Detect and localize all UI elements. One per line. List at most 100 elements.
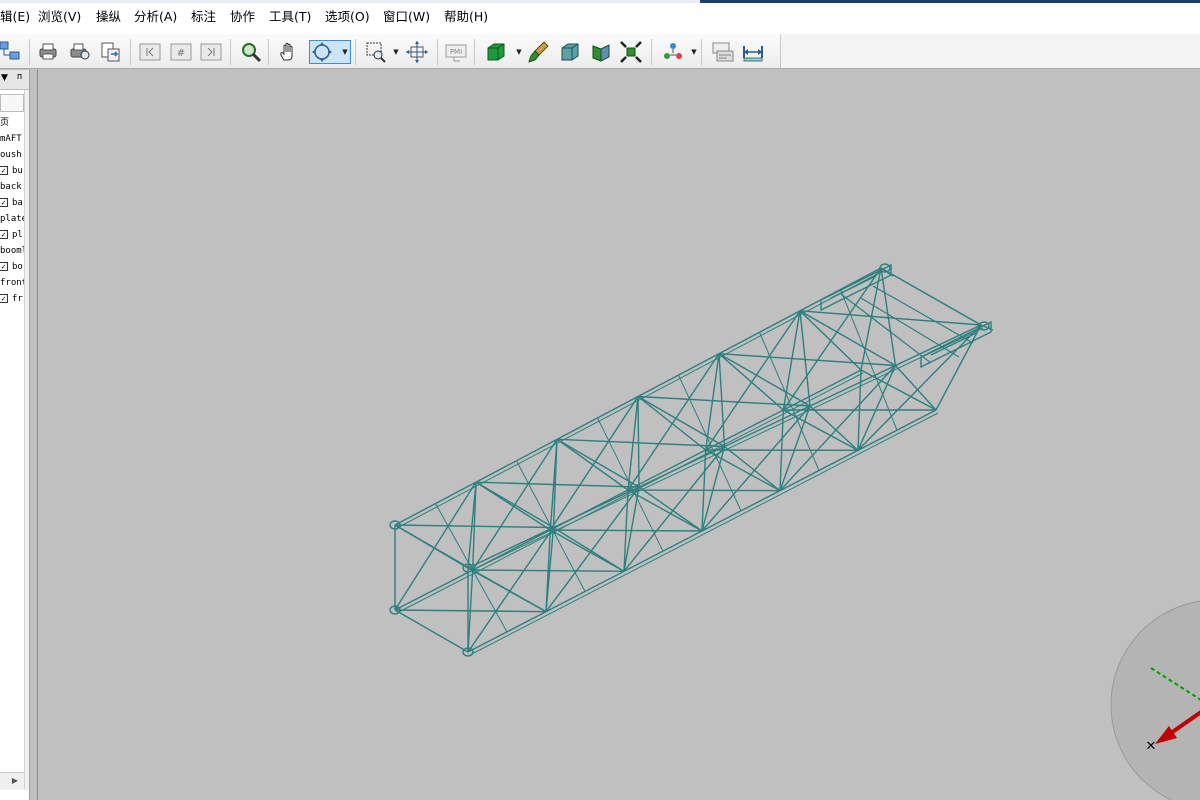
print-icon <box>39 43 57 60</box>
menu-item-0[interactable]: 辑(E) <box>0 3 30 31</box>
toolbar-dropdown-0[interactable]: ▼ <box>341 40 349 64</box>
tree-item[interactable]: oush <box>0 147 24 163</box>
tree-item[interactable]: mAFT <box>0 131 24 147</box>
print-button[interactable] <box>36 40 60 64</box>
pan-hand-button[interactable] <box>277 40 301 64</box>
toolbar-separator <box>437 39 438 65</box>
toolbar-dropdown-3[interactable]: ▼ <box>690 40 698 64</box>
tree-item-label: oush <box>0 150 22 160</box>
menu-item-9[interactable]: 帮助(H) <box>444 3 488 31</box>
tree-item[interactable]: plate <box>0 211 24 227</box>
visibility-checkbox[interactable]: ✓ <box>0 166 8 175</box>
previous-page-button[interactable] <box>138 40 162 64</box>
structure-tree-button[interactable] <box>0 40 22 64</box>
pmi-button[interactable]: PMI <box>444 40 468 64</box>
main-toolbar: # PMI ▼ ▼ ▼ ▼ <box>0 34 781 68</box>
3d-viewport[interactable]: ✕ <box>37 70 1200 800</box>
menu-item-3[interactable]: 分析(A) <box>134 3 177 31</box>
tree-item-label: back <box>0 182 22 192</box>
tree-item[interactable]: ✓ ba <box>0 195 24 211</box>
page-number-icon: # <box>170 43 192 61</box>
scroll-right-icon[interactable]: ▶ <box>12 776 18 785</box>
wireframe-box-icon <box>561 43 579 61</box>
panel-menu-arrow-icon[interactable]: ▼ <box>1 73 8 83</box>
toolbar-separator <box>268 39 269 65</box>
tree-horizontal-scrollbar[interactable]: ▶ <box>0 772 24 790</box>
tree-item-label: ba <box>12 198 23 208</box>
boom-truss-model[interactable] <box>38 70 1200 800</box>
tree-item[interactable]: 页 <box>0 115 24 131</box>
model-tree-panel: ▼ ᴨ 页 mAFT oush ✓ bu back ✓ ba plate ✓ pl booml ✓ bo f… <box>0 70 30 800</box>
shaded-icon <box>487 43 505 61</box>
paint-brush-icon <box>528 41 549 63</box>
truss-member <box>549 529 625 572</box>
explode-button[interactable] <box>619 40 643 64</box>
tree-item[interactable]: booml <box>0 243 24 259</box>
zoom-window-button[interactable] <box>364 40 388 64</box>
print-preview-button[interactable] <box>68 40 92 64</box>
panel-pin-icon[interactable]: ᴨ <box>17 72 22 82</box>
menu-item-8[interactable]: 窗口(W) <box>383 3 430 31</box>
tree-item-label: plate <box>0 214 24 224</box>
svg-text:PMI: PMI <box>450 48 462 56</box>
section-button[interactable] <box>589 40 613 64</box>
shaded-button[interactable] <box>484 40 508 64</box>
zoom-find-button[interactable] <box>239 40 263 64</box>
page-number-button[interactable]: # <box>169 40 193 64</box>
tree-item[interactable]: ✓ bo <box>0 259 24 275</box>
menu-item-4[interactable]: 标注 <box>191 3 216 31</box>
tree-item-label: mAFT <box>0 134 22 144</box>
truss-member <box>627 489 703 532</box>
visibility-checkbox[interactable]: ✓ <box>0 262 8 271</box>
menu-item-5[interactable]: 协作 <box>230 3 255 31</box>
truss-member <box>857 324 982 451</box>
wireframe-box-button[interactable] <box>558 40 582 64</box>
pmi-icon: PMI <box>445 44 467 62</box>
menu-bar: 辑(E) 浏览(V) 操纵 分析(A) 标注 协作 工具(T) 选项(O) 窗口(W) 帮助(H) <box>0 3 1200 34</box>
menu-item-6[interactable]: 工具(T) <box>269 3 311 31</box>
tree-item-label: bu <box>12 166 23 176</box>
truss-member <box>394 609 469 653</box>
truss-member <box>394 481 477 611</box>
previous-page-icon <box>139 43 161 61</box>
menu-item-2[interactable]: 操纵 <box>96 3 121 31</box>
truss-member <box>840 289 898 431</box>
export-icon <box>101 42 120 62</box>
fit-all-button[interactable] <box>405 40 429 64</box>
tree-item[interactable]: ✓ bu <box>0 163 24 179</box>
properties-button[interactable] <box>711 40 735 64</box>
toolbar-dropdown-2[interactable]: ▼ <box>515 40 523 64</box>
truss-member <box>718 353 811 407</box>
tree-item[interactable]: back <box>0 179 24 195</box>
toolbar-dropdown-1[interactable]: ▼ <box>392 40 400 64</box>
tree-vertical-scrollbar[interactable] <box>24 90 29 790</box>
tree-item-label: front <box>0 278 24 288</box>
menu-item-1[interactable]: 浏览(V) <box>38 3 81 31</box>
structure-tree-icon <box>0 41 20 60</box>
measure-button[interactable] <box>741 40 765 64</box>
tree-item[interactable]: ✓ fr <box>0 291 24 307</box>
menu-item-7[interactable]: 选项(O) <box>325 3 370 31</box>
tree-item[interactable]: front <box>0 275 24 291</box>
truss-member <box>549 396 639 531</box>
truss-member <box>718 353 726 447</box>
tree-column-header[interactable] <box>0 94 24 112</box>
export-button[interactable] <box>99 40 123 64</box>
toolbar-separator <box>355 39 356 65</box>
truss-member <box>799 310 982 326</box>
measure-icon <box>743 46 763 62</box>
toolbar-separator <box>474 39 475 65</box>
tree-item[interactable]: ✓ pl <box>0 227 24 243</box>
print-preview-icon <box>70 43 90 60</box>
next-page-button[interactable] <box>199 40 223 64</box>
assembly-button[interactable] <box>661 40 685 64</box>
visibility-checkbox[interactable]: ✓ <box>0 294 8 303</box>
truss-wireframe[interactable] <box>389 263 994 657</box>
toolbar-separator <box>230 39 231 65</box>
truss-member <box>880 267 982 326</box>
visibility-checkbox[interactable]: ✓ <box>0 198 8 207</box>
zoom-find-icon <box>242 43 262 63</box>
visibility-checkbox[interactable]: ✓ <box>0 230 8 239</box>
paint-brush-button[interactable] <box>526 40 550 64</box>
rotate-icon <box>312 42 332 62</box>
